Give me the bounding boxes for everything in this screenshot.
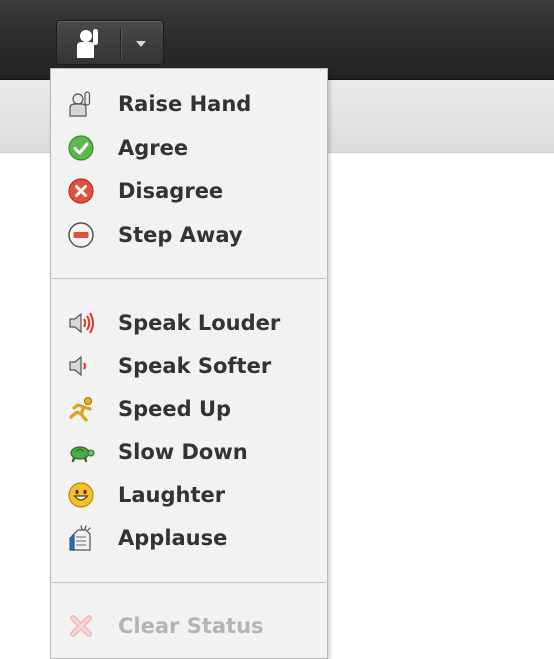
menu-item-label: Laughter [118,483,226,507]
speaker-soft-icon [69,355,86,377]
button-divider [120,28,121,58]
menu-item-label: Clear Status [118,614,264,638]
menu-item-label: Disagree [118,179,224,203]
menu-item-applause[interactable]: Applause [51,517,327,559]
minus-circle-icon [68,222,94,248]
menu-item-slow-down[interactable]: Slow Down [51,431,327,473]
status-menu: Raise Hand Agree Disagree Step Away Spea… [50,68,328,659]
menu-item-speak-softer[interactable]: Speak Softer [51,345,327,387]
x-circle-icon [68,178,94,204]
menu-item-label: Applause [118,526,228,550]
menu-item-label: Slow Down [118,440,248,464]
clear-x-icon [70,615,92,637]
smiley-icon [68,482,94,508]
speaker-loud-icon [69,312,94,334]
raise-hand-person-icon[interactable] [71,27,105,59]
menu-item-laughter[interactable]: Laughter [51,474,327,516]
menu-separator [52,278,326,279]
menu-item-label: Speed Up [118,397,232,421]
running-person-icon [69,397,92,422]
status-button[interactable] [56,20,164,65]
menu-item-label: Agree [118,136,189,160]
turtle-icon [70,446,95,463]
raise-hand-icon [69,91,91,117]
menu-item-label: Step Away [118,223,243,247]
check-circle-icon [68,135,94,161]
menu-item-speed-up[interactable]: Speed Up [51,388,327,430]
menu-item-disagree[interactable]: Disagree [51,170,327,212]
menu-item-agree[interactable]: Agree [51,127,327,169]
menu-item-speak-louder[interactable]: Speak Louder [51,302,327,344]
menu-item-label: Speak Softer [118,354,272,378]
menu-item-clear-status: Clear Status [51,605,327,647]
caret-down-icon[interactable] [136,41,146,47]
menu-item-step-away[interactable]: Step Away [51,214,327,256]
clapping-hands-icon [69,525,91,551]
menu-item-label: Raise Hand [118,92,252,116]
menu-item-label: Speak Louder [118,311,281,335]
menu-item-raise-hand[interactable]: Raise Hand [51,83,327,125]
menu-separator [52,582,326,583]
